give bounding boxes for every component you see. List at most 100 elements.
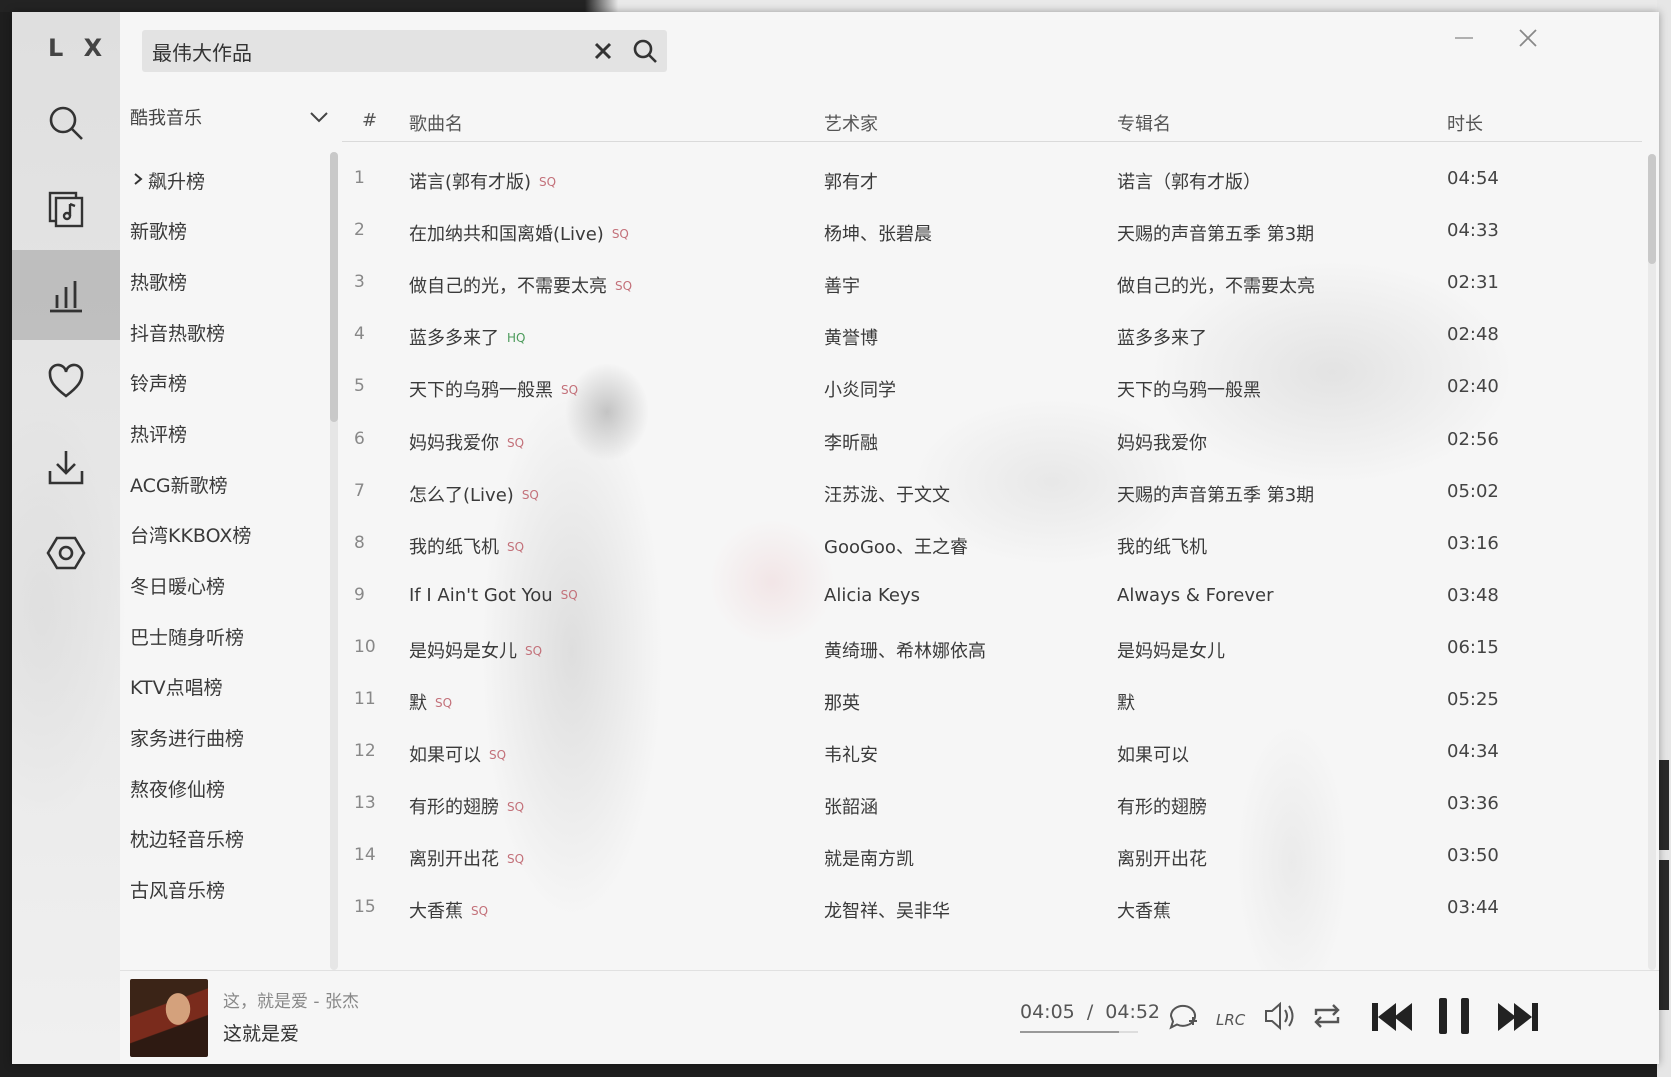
album-cell: 天赐的声音第五季 第3期 [1117, 484, 1315, 506]
nav-leaderboard[interactable] [12, 250, 120, 340]
artist-cell: 李昕融 [824, 432, 878, 454]
board-item[interactable]: 热歌榜 [130, 261, 325, 301]
source-selected: 酷我音乐 [130, 108, 202, 129]
song-name: 做自己的光，不需要太亮 [409, 276, 607, 298]
table-row[interactable]: 10 是妈妈是女儿 SQ 黄绮珊、希林娜依高 是妈妈是女儿 06:15 [342, 623, 1642, 675]
col-name: 歌曲名 [409, 114, 463, 135]
board-item[interactable]: 新歌榜 [130, 210, 325, 250]
settings-icon [46, 536, 86, 570]
repeat-button[interactable] [1310, 999, 1344, 1033]
song-name: 离别开出花 [409, 849, 499, 871]
previous-button[interactable] [1370, 997, 1414, 1037]
table-row[interactable]: 7 怎么了(Live) SQ 汪苏泷、于文文 天赐的声音第五季 第3期 05:02 [342, 467, 1642, 519]
artist-cell: 就是南方凯 [824, 849, 914, 871]
nav-search[interactable] [12, 78, 120, 168]
song-name: 我的纸飞机 [409, 536, 499, 558]
search-icon [49, 106, 83, 140]
album-cell: 默 [1117, 693, 1135, 714]
comment-icon [1169, 1004, 1197, 1030]
repeat-icon [1314, 1004, 1340, 1028]
duration-cell: 03:44 [1447, 897, 1499, 919]
progress-bar[interactable] [1020, 1031, 1138, 1033]
table-row[interactable]: 8 我的纸飞机 SQ GooGoo、王之睿 我的纸飞机 03:16 [342, 519, 1642, 571]
nav-songlist[interactable] [12, 164, 120, 254]
board-item[interactable]: 巴士随身听榜 [130, 616, 325, 656]
song-name-cell: 做自己的光，不需要太亮 SQ [409, 272, 632, 298]
board-item[interactable]: 热评榜 [130, 413, 325, 453]
table-row[interactable]: 9 If I Ain't Got You SQ Alicia Keys Always &… [342, 571, 1642, 623]
quality-badge: SQ [521, 487, 539, 502]
album-cell: 天下的乌鸦一般黑 [1117, 380, 1261, 402]
source-dropdown[interactable]: 酷我音乐 [130, 100, 330, 134]
table-row[interactable]: 6 妈妈我爱你 SQ 李昕融 妈妈我爱你 02:56 [342, 415, 1642, 467]
artist-cell: 韦礼安 [824, 745, 878, 767]
pause-button[interactable] [1434, 995, 1474, 1037]
nav-download[interactable] [12, 422, 120, 512]
lyrics-button[interactable]: LRC [1214, 999, 1248, 1033]
table-row[interactable]: 1 诺言(郭有才版) SQ 郭有才 诺言（郭有才版） 04:54 [342, 154, 1642, 206]
board-item[interactable]: 铃声榜 [130, 362, 325, 402]
row-number: 14 [354, 845, 376, 866]
table-row[interactable]: 15 大香蕉 SQ 龙智祥、吴非华 大香蕉 03:44 [342, 883, 1642, 935]
next-button[interactable] [1496, 997, 1540, 1037]
album-cell: 我的纸飞机 [1117, 536, 1207, 558]
board-item[interactable]: 台湾KKBOX榜 [130, 514, 325, 554]
scrollbar-thumb[interactable] [1648, 154, 1656, 264]
board-list-scrollbar[interactable] [330, 152, 338, 970]
pause-icon [1439, 998, 1469, 1034]
table-row[interactable]: 3 做自己的光，不需要太亮 SQ 善宇 做自己的光，不需要太亮 02:31 [342, 258, 1642, 310]
search-submit-icon[interactable] [632, 38, 658, 64]
table-row[interactable]: 4 蓝多多来了 HQ 黄誉博 蓝多多来了 02:48 [342, 310, 1642, 362]
board-item[interactable]: 枕边轻音乐榜 [130, 818, 325, 858]
table-row[interactable]: 12 如果可以 SQ 韦礼安 如果可以 04:34 [342, 727, 1642, 779]
board-item[interactable]: ACG新歌榜 [130, 464, 325, 504]
app-window: L X 最伟大作品 酷我音乐 飙升榜 新歌榜 热歌榜 抖音热歌榜 铃声榜 热评榜… [12, 12, 1659, 1064]
song-name-cell: 有形的翅膀 SQ [409, 793, 524, 819]
song-name-cell: 是妈妈是女儿 SQ [409, 637, 542, 663]
board-item[interactable]: 抖音热歌榜 [130, 312, 325, 352]
chevron-right-icon [134, 173, 143, 185]
board-item[interactable]: KTV点唱榜 [130, 666, 325, 706]
board-item[interactable]: 家务进行曲榜 [130, 717, 325, 757]
skip-previous-icon [1372, 1003, 1412, 1031]
close-icon[interactable] [1516, 26, 1540, 50]
table-row[interactable]: 5 天下的乌鸦一般黑 SQ 小炎同学 天下的乌鸦一般黑 02:40 [342, 362, 1642, 414]
row-number: 9 [354, 584, 365, 605]
scrollbar-thumb[interactable] [330, 152, 338, 422]
nav-favorites[interactable] [12, 336, 120, 426]
album-cell: 离别开出花 [1117, 849, 1207, 871]
board-item[interactable]: 熬夜修仙榜 [130, 768, 325, 808]
minimize-icon[interactable] [1452, 26, 1476, 50]
duration-cell: 03:48 [1447, 584, 1499, 606]
table-row[interactable]: 11 默 SQ 那英 默 05:25 [342, 675, 1642, 727]
volume-button[interactable] [1262, 999, 1296, 1033]
comment-button[interactable] [1166, 999, 1200, 1033]
board-item[interactable]: 古风音乐榜 [130, 869, 325, 909]
search-bar [142, 30, 667, 72]
table-row[interactable]: 14 离别开出花 SQ 就是南方凯 离别开出花 03:50 [342, 831, 1642, 883]
song-name: 大香蕉 [409, 901, 463, 923]
artist-cell: 郭有才 [824, 172, 878, 193]
album-cover[interactable] [130, 979, 208, 1057]
duration-cell: 04:54 [1447, 168, 1499, 189]
song-name-cell: 怎么了(Live) SQ [409, 481, 539, 507]
board-item[interactable]: 飙升榜 [130, 160, 325, 200]
table-row[interactable]: 2 在加纳共和国离婚(Live) SQ 杨坤、张碧晨 天赐的声音第五季 第3期 04:33 [342, 206, 1642, 258]
album-cell: 如果可以 [1117, 745, 1189, 767]
row-number: 6 [354, 428, 365, 449]
board-item[interactable]: 冬日暖心榜 [130, 565, 325, 605]
song-table-scrollbar[interactable] [1648, 154, 1656, 970]
clear-icon[interactable] [592, 40, 614, 62]
nav-settings[interactable] [12, 508, 120, 598]
album-cell: 蓝多多来了 [1117, 328, 1207, 350]
app-logo: L X [48, 34, 109, 62]
row-number: 2 [354, 220, 365, 241]
col-duration: 时长 [1447, 114, 1483, 135]
quality-badge: SQ [507, 800, 525, 815]
col-num: # [362, 110, 378, 131]
quality-badge: SQ [471, 904, 489, 919]
search-input[interactable] [152, 39, 572, 63]
table-row[interactable]: 13 有形的翅膀 SQ 张韶涵 有形的翅膀 03:36 [342, 779, 1642, 831]
row-number: 10 [354, 636, 376, 657]
skip-next-icon [1498, 1003, 1538, 1031]
